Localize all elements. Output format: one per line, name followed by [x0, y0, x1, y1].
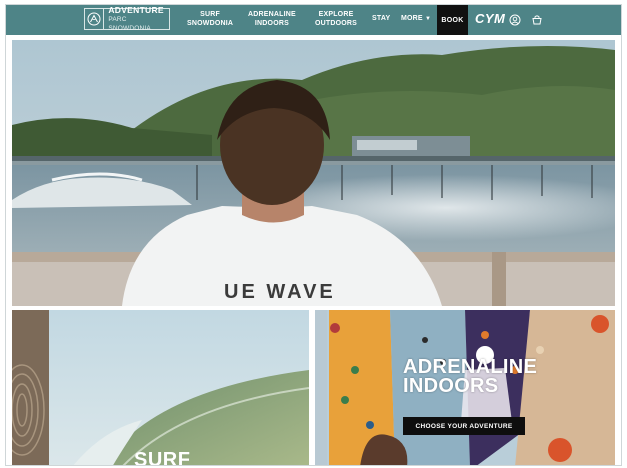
nav-item-surf-line1: SURF: [200, 11, 220, 18]
hero-image: UE WAVE: [12, 40, 615, 306]
top-navigation-bar: ADVENTURE PARC SNOWDONIA SURF SNOWDONIA …: [6, 5, 621, 35]
nav-item-adrenaline-indoors[interactable]: ADRENALINE INDOORS: [248, 11, 296, 28]
nav-item-adrenaline-line1: ADRENALINE: [248, 11, 296, 18]
basket-icon[interactable]: [531, 13, 543, 25]
surf-tile-label: SURF: [134, 449, 191, 466]
choose-your-adventure-button[interactable]: CHOOSE YOUR ADVENTURE: [403, 417, 525, 435]
language-toggle[interactable]: CYM: [475, 11, 505, 26]
page-frame: ADVENTURE PARC SNOWDONIA SURF SNOWDONIA …: [5, 4, 622, 466]
chevron-down-icon: ▼: [424, 16, 432, 22]
logo-line-1: ADVENTURE: [108, 4, 164, 15]
site-logo[interactable]: ADVENTURE PARC SNOWDONIA: [84, 4, 170, 33]
adrenaline-indoors-tile[interactable]: ADRENALINE INDOORS CHOOSE YOUR ADVENTURE: [315, 310, 615, 465]
nav-item-surf-line2: SNOWDONIA: [187, 19, 234, 27]
nav-item-more-label: MORE: [401, 15, 423, 22]
nav-item-explore-outdoors[interactable]: EXPLORE OUTDOORS: [315, 11, 357, 28]
surf-snowdonia-tile[interactable]: SURF: [12, 310, 309, 466]
book-button[interactable]: BOOK: [437, 5, 468, 35]
shirt-print-text: UE WAVE: [224, 281, 336, 303]
nav-item-explore-line1: EXPLORE: [318, 11, 354, 18]
user-icon[interactable]: [509, 13, 521, 26]
adrenaline-title-line2: INDOORS: [403, 375, 499, 397]
nav-item-stay[interactable]: STAY: [372, 15, 390, 24]
nav-item-surf-snowdonia[interactable]: SURF SNOWDONIA: [187, 11, 233, 28]
nav-item-explore-line2: OUTDOORS: [315, 19, 358, 27]
nav-item-adrenaline-line2: INDOORS: [254, 19, 289, 27]
logo-line-2: PARC SNOWDONIA: [108, 15, 151, 32]
nav-item-more[interactable]: MORE ▼: [401, 15, 431, 24]
mountain-logo-icon: [85, 9, 105, 29]
adrenaline-tile-title: ADRENALINE INDOORS: [403, 357, 537, 397]
logo-wordmark: ADVENTURE PARC SNOWDONIA: [104, 4, 169, 33]
